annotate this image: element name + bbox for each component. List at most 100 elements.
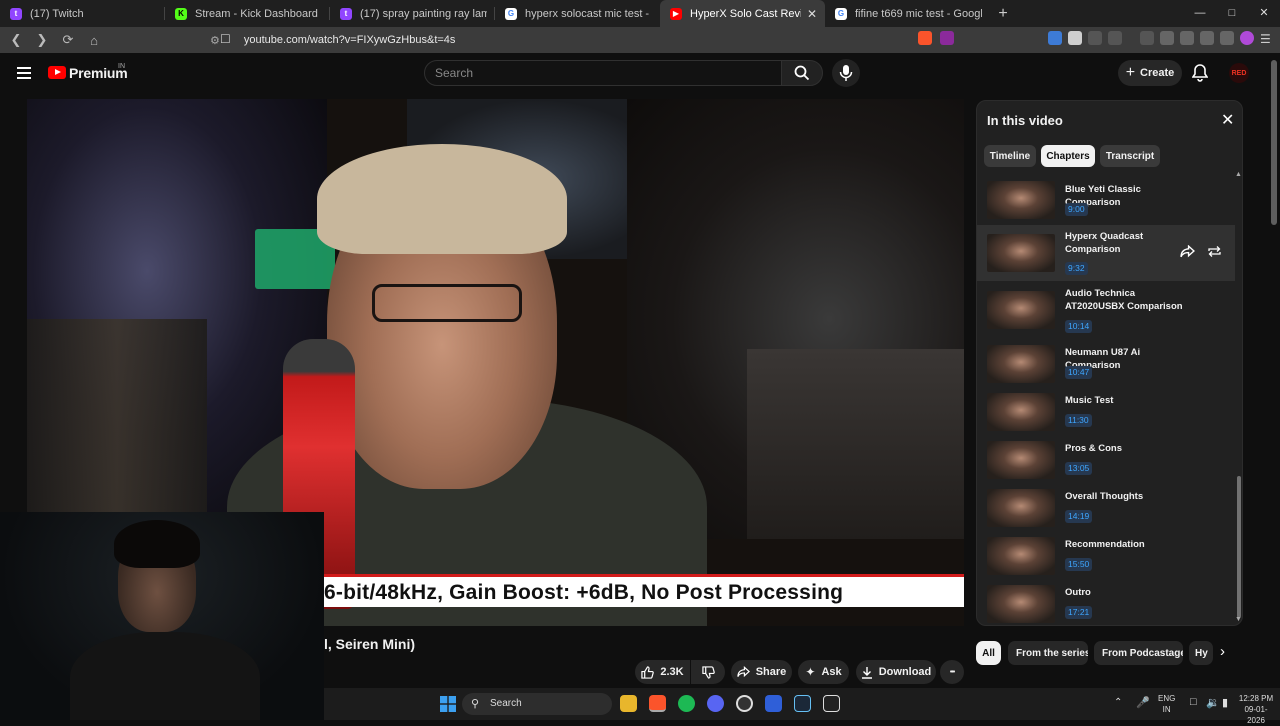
chapter-timestamp[interactable]: 14:19: [1065, 510, 1093, 523]
chapter-item[interactable]: Overall Thoughts 14:19: [977, 484, 1235, 532]
taskbar-search[interactable]: ⚲ Search: [462, 693, 612, 715]
download-button[interactable]: Download: [856, 660, 936, 684]
chapter-item[interactable]: Audio Technica AT2020USBX Comparison 10:…: [977, 283, 1235, 339]
browser-tab[interactable]: t (17) Twitch: [0, 0, 165, 27]
chapter-item[interactable]: Hyperx Quadcast Comparison 9:32: [977, 225, 1235, 281]
language-indicator[interactable]: ENG IN: [1158, 693, 1175, 715]
chevron-up-icon[interactable]: ⌃: [1114, 697, 1122, 708]
windows-start-icon[interactable]: [440, 696, 456, 712]
browser-tab[interactable]: G hyperx solocast mic test - Google Se: [495, 0, 660, 27]
minimize-button[interactable]: —: [1184, 0, 1216, 27]
spotify-icon[interactable]: [678, 695, 695, 712]
create-button[interactable]: + Create: [1118, 60, 1182, 86]
search-button[interactable]: [781, 60, 823, 86]
search-input[interactable]: Search: [424, 60, 782, 86]
chapter-timestamp[interactable]: 10:14: [1065, 320, 1093, 333]
microphone-icon[interactable]: 🎤: [1136, 696, 1150, 709]
rewards-icon[interactable]: [940, 31, 954, 45]
ask-button[interactable]: ✦ Ask: [798, 660, 849, 684]
browser-tab[interactable]: K Stream - Kick Dashboard: [165, 0, 330, 27]
like-button[interactable]: 2.3K: [635, 660, 690, 684]
extension-icon[interactable]: [1200, 31, 1214, 45]
site-info-icon[interactable]: ⚙: [210, 34, 220, 47]
clock-time: 12:28 PM: [1238, 694, 1274, 703]
chapter-item[interactable]: Music Test 11:30: [977, 388, 1235, 436]
steam-icon[interactable]: [794, 695, 811, 712]
youtube-logo-icon[interactable]: [48, 66, 66, 79]
network-icon[interactable]: □: [1190, 696, 1197, 708]
forward-icon[interactable]: ❯: [32, 32, 52, 48]
new-tab-button[interactable]: +: [990, 5, 1016, 23]
maximize-button[interactable]: □: [1216, 0, 1248, 27]
extension-icon[interactable]: [1068, 31, 1082, 45]
download-icon: [861, 666, 872, 679]
reload-icon[interactable]: ⟳: [58, 32, 78, 48]
battery-icon[interactable]: ▮: [1222, 696, 1228, 709]
chapter-timestamp[interactable]: 11:30: [1065, 414, 1092, 427]
app-icon[interactable]: [765, 695, 782, 712]
brave-shield-icon[interactable]: [918, 31, 932, 45]
chapter-timestamp[interactable]: 9:32: [1065, 262, 1088, 275]
chapter-timestamp[interactable]: 13:05: [1065, 462, 1093, 475]
sidebar-icon[interactable]: [1160, 31, 1174, 45]
home-icon[interactable]: ⌂: [84, 33, 104, 48]
epic-games-icon[interactable]: [823, 695, 840, 712]
chapter-timestamp[interactable]: 9:00: [1065, 203, 1088, 216]
chip-from-series[interactable]: From the series: [1008, 641, 1088, 665]
tab-transcript[interactable]: Transcript: [1100, 145, 1160, 167]
profile-icon[interactable]: [1240, 31, 1254, 45]
chapter-thumbnail: [987, 181, 1055, 219]
voice-search-button[interactable]: [832, 59, 860, 87]
tab-timeline[interactable]: Timeline: [984, 145, 1036, 167]
wallet-icon[interactable]: [1180, 31, 1194, 45]
extension-icon[interactable]: [1048, 31, 1062, 45]
browser-tab[interactable]: t (17) spray painting ray lamb👾early: [330, 0, 495, 27]
scroll-up-icon[interactable]: ▲: [1235, 171, 1242, 178]
browser-tab-active[interactable]: ▶ HyperX Solo Cast Review / Te ✕: [660, 0, 825, 27]
share-button[interactable]: Share: [731, 660, 792, 684]
close-panel-icon[interactable]: ✕: [1221, 110, 1234, 130]
brave-browser-icon[interactable]: [649, 695, 666, 712]
more-actions-button[interactable]: •••: [940, 660, 964, 684]
chapter-thumbnail: [987, 345, 1055, 383]
avatar[interactable]: RED: [1229, 63, 1249, 83]
notifications-button[interactable]: [1191, 64, 1209, 87]
page-scrollbar[interactable]: [1271, 60, 1277, 225]
repeat-icon[interactable]: [1207, 245, 1222, 258]
url-field[interactable]: ⚙ youtube.com/watch?v=FIXywGzHbus&t=4s: [210, 31, 970, 49]
close-window-button[interactable]: ✕: [1248, 0, 1280, 27]
menu-icon[interactable]: ☰: [1260, 32, 1271, 46]
chapter-item[interactable]: Neumann U87 Ai Comparison 10:47: [977, 340, 1235, 388]
chip-all[interactable]: All: [976, 641, 1001, 665]
chapter-timestamp[interactable]: 17:21: [1065, 606, 1093, 619]
volume-icon[interactable]: 🔉: [1206, 696, 1220, 709]
clock[interactable]: 12:28 PM 09-01-2026: [1236, 693, 1276, 726]
scroll-down-icon[interactable]: ▼: [1235, 616, 1242, 623]
extension-icon[interactable]: [1108, 31, 1122, 45]
close-tab-icon[interactable]: ✕: [807, 7, 817, 21]
chapter-timestamp[interactable]: 10:47: [1065, 366, 1093, 379]
dislike-button[interactable]: [691, 660, 725, 684]
browser-tab[interactable]: G fifine t669 mic test - Google Search: [825, 0, 990, 27]
chip-partial[interactable]: Hy: [1189, 641, 1213, 665]
obs-icon[interactable]: [736, 695, 753, 712]
chip-from-channel[interactable]: From Podcastage: [1094, 641, 1183, 665]
chapter-item[interactable]: Recommendation 15:50: [977, 532, 1235, 580]
extension-icon[interactable]: [1088, 31, 1102, 45]
panel-scrollbar[interactable]: [1237, 476, 1241, 618]
extension-icon[interactable]: [1140, 31, 1154, 45]
hamburger-menu-icon[interactable]: [17, 67, 31, 79]
chapter-timestamp[interactable]: 15:50: [1065, 558, 1093, 571]
chapter-item[interactable]: Outro 17:21: [977, 580, 1235, 623]
file-explorer-icon[interactable]: [620, 695, 637, 712]
discord-icon[interactable]: [707, 695, 724, 712]
vpn-icon[interactable]: [1220, 31, 1234, 45]
share-icon[interactable]: [1180, 245, 1195, 258]
chapter-item[interactable]: Blue Yeti Classic Comparison 9:00: [977, 177, 1235, 225]
tab-chapters[interactable]: Chapters: [1041, 145, 1095, 167]
chapter-item[interactable]: Pros & Cons 13:05: [977, 436, 1235, 484]
language-code: ENG: [1158, 694, 1176, 703]
back-icon[interactable]: ❮: [6, 32, 26, 48]
like-count: 2.3K: [660, 666, 684, 678]
chevron-right-icon[interactable]: ›: [1220, 643, 1225, 660]
